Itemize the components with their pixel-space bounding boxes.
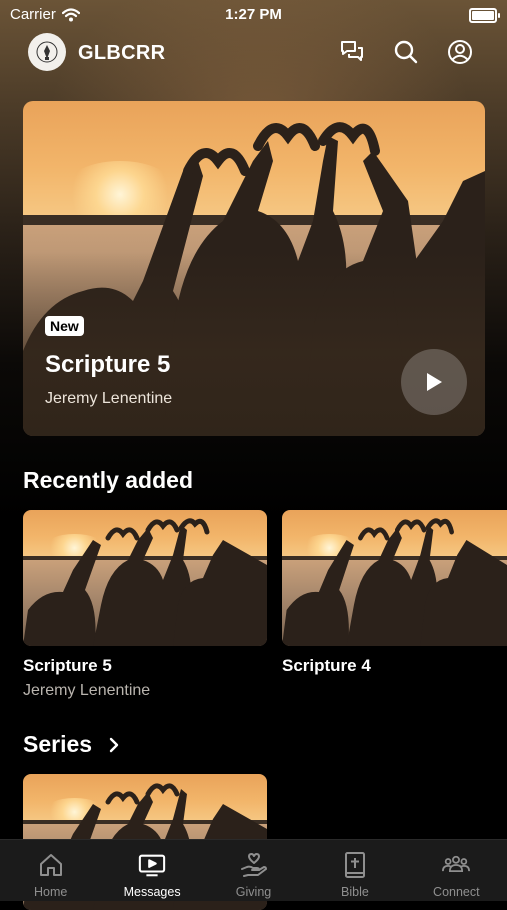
people-icon [442,851,471,879]
tab-label: Messages [123,885,181,899]
church-emblem-icon [36,41,58,63]
giving-hand-icon [240,851,268,879]
tab-label: Giving [235,885,272,899]
recent-item-title[interactable]: Scripture 5 [23,656,112,676]
series-heading: Series [23,731,93,757]
tab-label: Connect [433,885,480,899]
series-header[interactable]: Series [23,731,120,758]
church-logo[interactable] [28,33,66,71]
tab-label: Bible [341,885,369,899]
chevron-right-icon [109,737,119,752]
app-header: GLBCRR [0,30,507,76]
profile-icon[interactable] [446,38,474,66]
recent-item-author: Jeremy Lenentine [23,682,151,699]
tab-giving[interactable]: Giving [203,840,304,901]
tab-bar: Home Messages Giving Bible Connect [0,839,507,901]
recent-item-thumbnail[interactable] [23,510,267,646]
featured-title: Scripture 5 [45,351,171,378]
play-icon [427,373,442,391]
play-button[interactable] [401,349,467,415]
new-badge: New [45,316,84,336]
recent-item-thumbnail[interactable] [282,510,507,646]
chat-icon[interactable] [338,38,366,66]
tab-bible[interactable]: Bible [304,840,405,901]
recently-added-heading: Recently added [23,467,193,493]
status-bar: Carrier 1:27 PM [0,0,507,28]
tab-home[interactable]: Home [0,840,101,901]
featured-card[interactable]: New Scripture 5 Jeremy Lenentine [23,101,485,436]
tab-messages[interactable]: Messages [101,840,202,901]
battery-icon [469,8,500,23]
recent-item-title[interactable]: Scripture 4 [282,656,371,676]
bible-icon [341,851,369,879]
home-icon [37,851,65,879]
status-time: 1:27 PM [225,6,282,23]
tv-play-icon [138,851,166,879]
featured-author: Jeremy Lenentine [45,390,173,407]
tab-label: Home [34,885,68,899]
app-title: GLBCRR [78,42,166,64]
search-icon[interactable] [392,38,420,66]
tab-connect[interactable]: Connect [406,840,507,901]
